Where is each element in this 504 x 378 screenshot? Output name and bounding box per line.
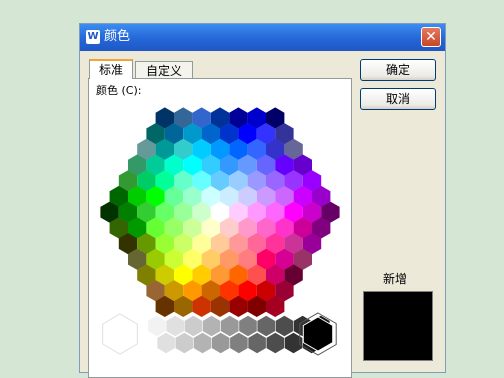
gray-color-swatch[interactable] xyxy=(211,332,230,354)
gray-color-swatch[interactable] xyxy=(157,332,175,354)
gray-color-swatch[interactable] xyxy=(230,332,248,354)
gray-color-swatch[interactable] xyxy=(193,332,212,354)
gray-color-swatch[interactable] xyxy=(221,315,239,337)
gray-color-swatch[interactable] xyxy=(184,315,203,337)
gray-color-swatch[interactable] xyxy=(266,332,285,354)
white-color-swatch[interactable] xyxy=(102,313,138,355)
gray-color-swatch[interactable] xyxy=(175,332,194,354)
tab-standard[interactable]: 标准 xyxy=(89,59,133,79)
gray-color-swatch[interactable] xyxy=(148,315,166,337)
gray-color-swatch[interactable] xyxy=(202,315,221,337)
gray-color-swatch[interactable] xyxy=(257,315,275,337)
gray-color-swatch[interactable] xyxy=(166,315,184,337)
hexagon-color-picker xyxy=(100,107,340,356)
gray-color-swatch[interactable] xyxy=(248,332,266,354)
gray-color-swatch[interactable] xyxy=(275,315,294,337)
gray-color-swatch[interactable] xyxy=(239,315,257,337)
